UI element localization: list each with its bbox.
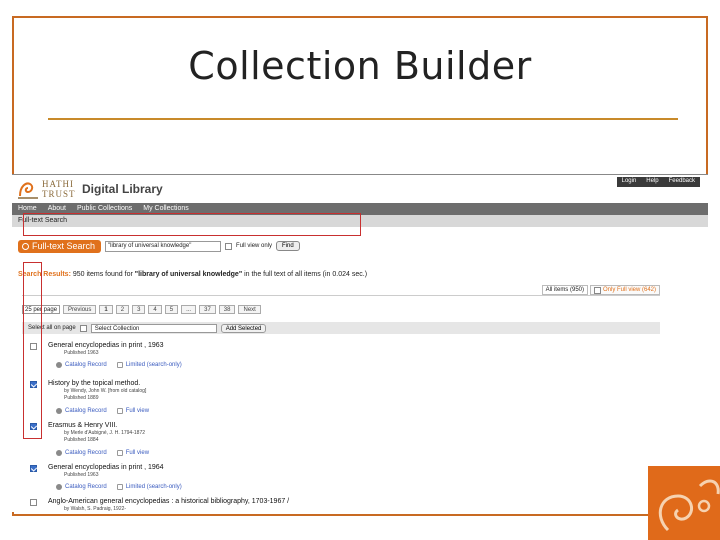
full-text-search-label: Full-text Search <box>32 241 96 251</box>
item-links: Catalog Record Full view <box>56 408 149 414</box>
pager-page[interactable]: 1 <box>99 304 113 314</box>
document-icon <box>116 408 123 414</box>
tab-full-view[interactable]: Only Full view (642) <box>589 285 660 295</box>
document-icon <box>116 450 123 456</box>
brand-title: Digital Library <box>82 182 163 196</box>
collection-select[interactable]: Select Collection <box>90 323 217 333</box>
pager: 25 per page Previous 1 2 3 4 5 ... 37 38… <box>22 304 261 314</box>
item-links: Catalog Record Limited (search-only) <box>56 362 182 368</box>
full-text-search-button[interactable]: Full-text Search <box>18 239 102 253</box>
list-item: Erasmus & Henry VIII. by Merle d'Aubigné… <box>22 422 660 462</box>
pager-page[interactable]: 5 <box>164 304 179 314</box>
catalog-record-icon <box>56 362 62 368</box>
results-query: "library of universal knowledge" <box>134 271 243 278</box>
logo-line-2: TRUST <box>42 189 76 199</box>
view-tabs: All items (950) Only Full view (642) <box>541 285 660 295</box>
utility-links: Login Help Feedback <box>616 177 700 187</box>
full-view-only-label: Full view only <box>236 243 273 249</box>
title-rule <box>48 118 678 120</box>
item-title[interactable]: Anglo-American general encyclopedias : a… <box>48 498 289 505</box>
search-bar: Full-text Search "library of universal k… <box>18 239 300 253</box>
pager-page[interactable]: 37 <box>199 304 216 314</box>
catalog-record-link[interactable]: Catalog Record <box>56 450 107 456</box>
slide-frame-bottom <box>12 514 652 516</box>
document-icon <box>116 484 123 490</box>
corner-decoration <box>648 466 720 540</box>
logo-line-1: HATHI <box>42 179 74 189</box>
login-link[interactable]: Login <box>617 177 642 187</box>
item-title[interactable]: Erasmus & Henry VIII. <box>48 422 117 429</box>
pager-ellipsis: ... <box>181 304 197 314</box>
item-author: by Walsh, S. Padraig, 1922- <box>64 506 127 512</box>
item-published: Published 1889 <box>64 395 99 401</box>
item-checkbox[interactable] <box>30 465 37 472</box>
pager-page[interactable]: 38 <box>218 304 236 314</box>
hathitrust-screenshot: HATHI TRUST Digital Library Login Help F… <box>12 174 708 512</box>
catalog-record-icon <box>56 408 62 414</box>
item-published: Published 1963 <box>64 472 99 478</box>
pager-previous[interactable]: Previous <box>63 304 97 314</box>
results-panel: 25 per page Previous 1 2 3 4 5 ... 37 38… <box>22 295 660 512</box>
pager-page[interactable]: 3 <box>132 304 146 314</box>
logo-wordmark: HATHI TRUST <box>42 179 76 199</box>
full-view-only-checkbox[interactable] <box>225 242 233 250</box>
highlight-box-search <box>23 213 361 236</box>
hathitrust-logo-icon <box>18 182 38 199</box>
add-selected-button[interactable]: Add Selected <box>220 323 267 333</box>
full-view-tab-checkbox <box>593 286 601 294</box>
item-title[interactable]: General encyclopedias in print , 1963 <box>48 342 164 349</box>
select-all-checkbox[interactable] <box>79 324 87 332</box>
pager-page[interactable]: 4 <box>148 304 162 314</box>
list-item: Anglo-American general encyclopedias : a… <box>22 498 660 512</box>
tab-full-view-label: Only Full view (642) <box>602 287 656 293</box>
tab-all-items[interactable]: All items (950) <box>541 285 588 295</box>
find-button[interactable]: Find <box>276 241 300 251</box>
catalog-record-icon <box>56 484 62 490</box>
slide-title: Collection Builder <box>188 44 532 88</box>
highlight-box-checkboxes <box>23 262 42 439</box>
item-author: by Merle d'Aubigné, J. H. 1794-1872 <box>64 430 146 436</box>
help-link[interactable]: Help <box>641 177 663 187</box>
full-view-link[interactable]: Full view <box>116 450 149 456</box>
item-links: Catalog Record Limited (search-only) <box>56 484 182 490</box>
feedback-link[interactable]: Feedback <box>664 177 700 187</box>
results-summary: Search Results: 950 items found for "lib… <box>18 271 367 278</box>
catalog-record-link[interactable]: Catalog Record <box>56 408 107 414</box>
full-view-link[interactable]: Full view <box>116 408 149 414</box>
limited-link[interactable]: Limited (search-only) <box>116 484 182 490</box>
document-icon <box>116 362 123 368</box>
limited-link[interactable]: Limited (search-only) <box>116 362 182 368</box>
item-links: Catalog Record Full view <box>56 450 149 456</box>
list-item: General encyclopedias in print , 1964 Pu… <box>22 464 660 496</box>
item-published: Published 1884 <box>64 437 99 443</box>
catalog-record-link[interactable]: Catalog Record <box>56 362 107 368</box>
results-suffix: in the full text of all items (in 0.024 … <box>242 271 368 278</box>
item-author: by Wendy, John W. [from old catalog] <box>64 388 147 394</box>
catalog-record-icon <box>56 450 62 456</box>
item-checkbox[interactable] <box>30 499 37 506</box>
catalog-record-link[interactable]: Catalog Record <box>56 484 107 490</box>
list-item: General encyclopedias in print , 1963 Pu… <box>22 342 660 378</box>
select-all-row: Select all on page Select Collection Add… <box>22 322 660 334</box>
pager-next[interactable]: Next <box>238 304 261 314</box>
list-item: History by the topical method. by Wendy,… <box>22 380 660 420</box>
hathitrust-swirl-icon <box>658 479 720 532</box>
pager-page[interactable]: 2 <box>115 304 130 314</box>
item-title[interactable]: History by the topical method. <box>48 380 140 387</box>
item-published: Published 1963 <box>64 350 99 356</box>
results-count: 950 items found for <box>70 271 135 278</box>
item-title[interactable]: General encyclopedias in print , 1964 <box>48 464 164 471</box>
search-icon <box>22 242 29 250</box>
header-bar: HATHI TRUST Digital Library Login Help F… <box>12 175 708 203</box>
search-input[interactable]: "library of universal knowledge" <box>105 240 222 252</box>
